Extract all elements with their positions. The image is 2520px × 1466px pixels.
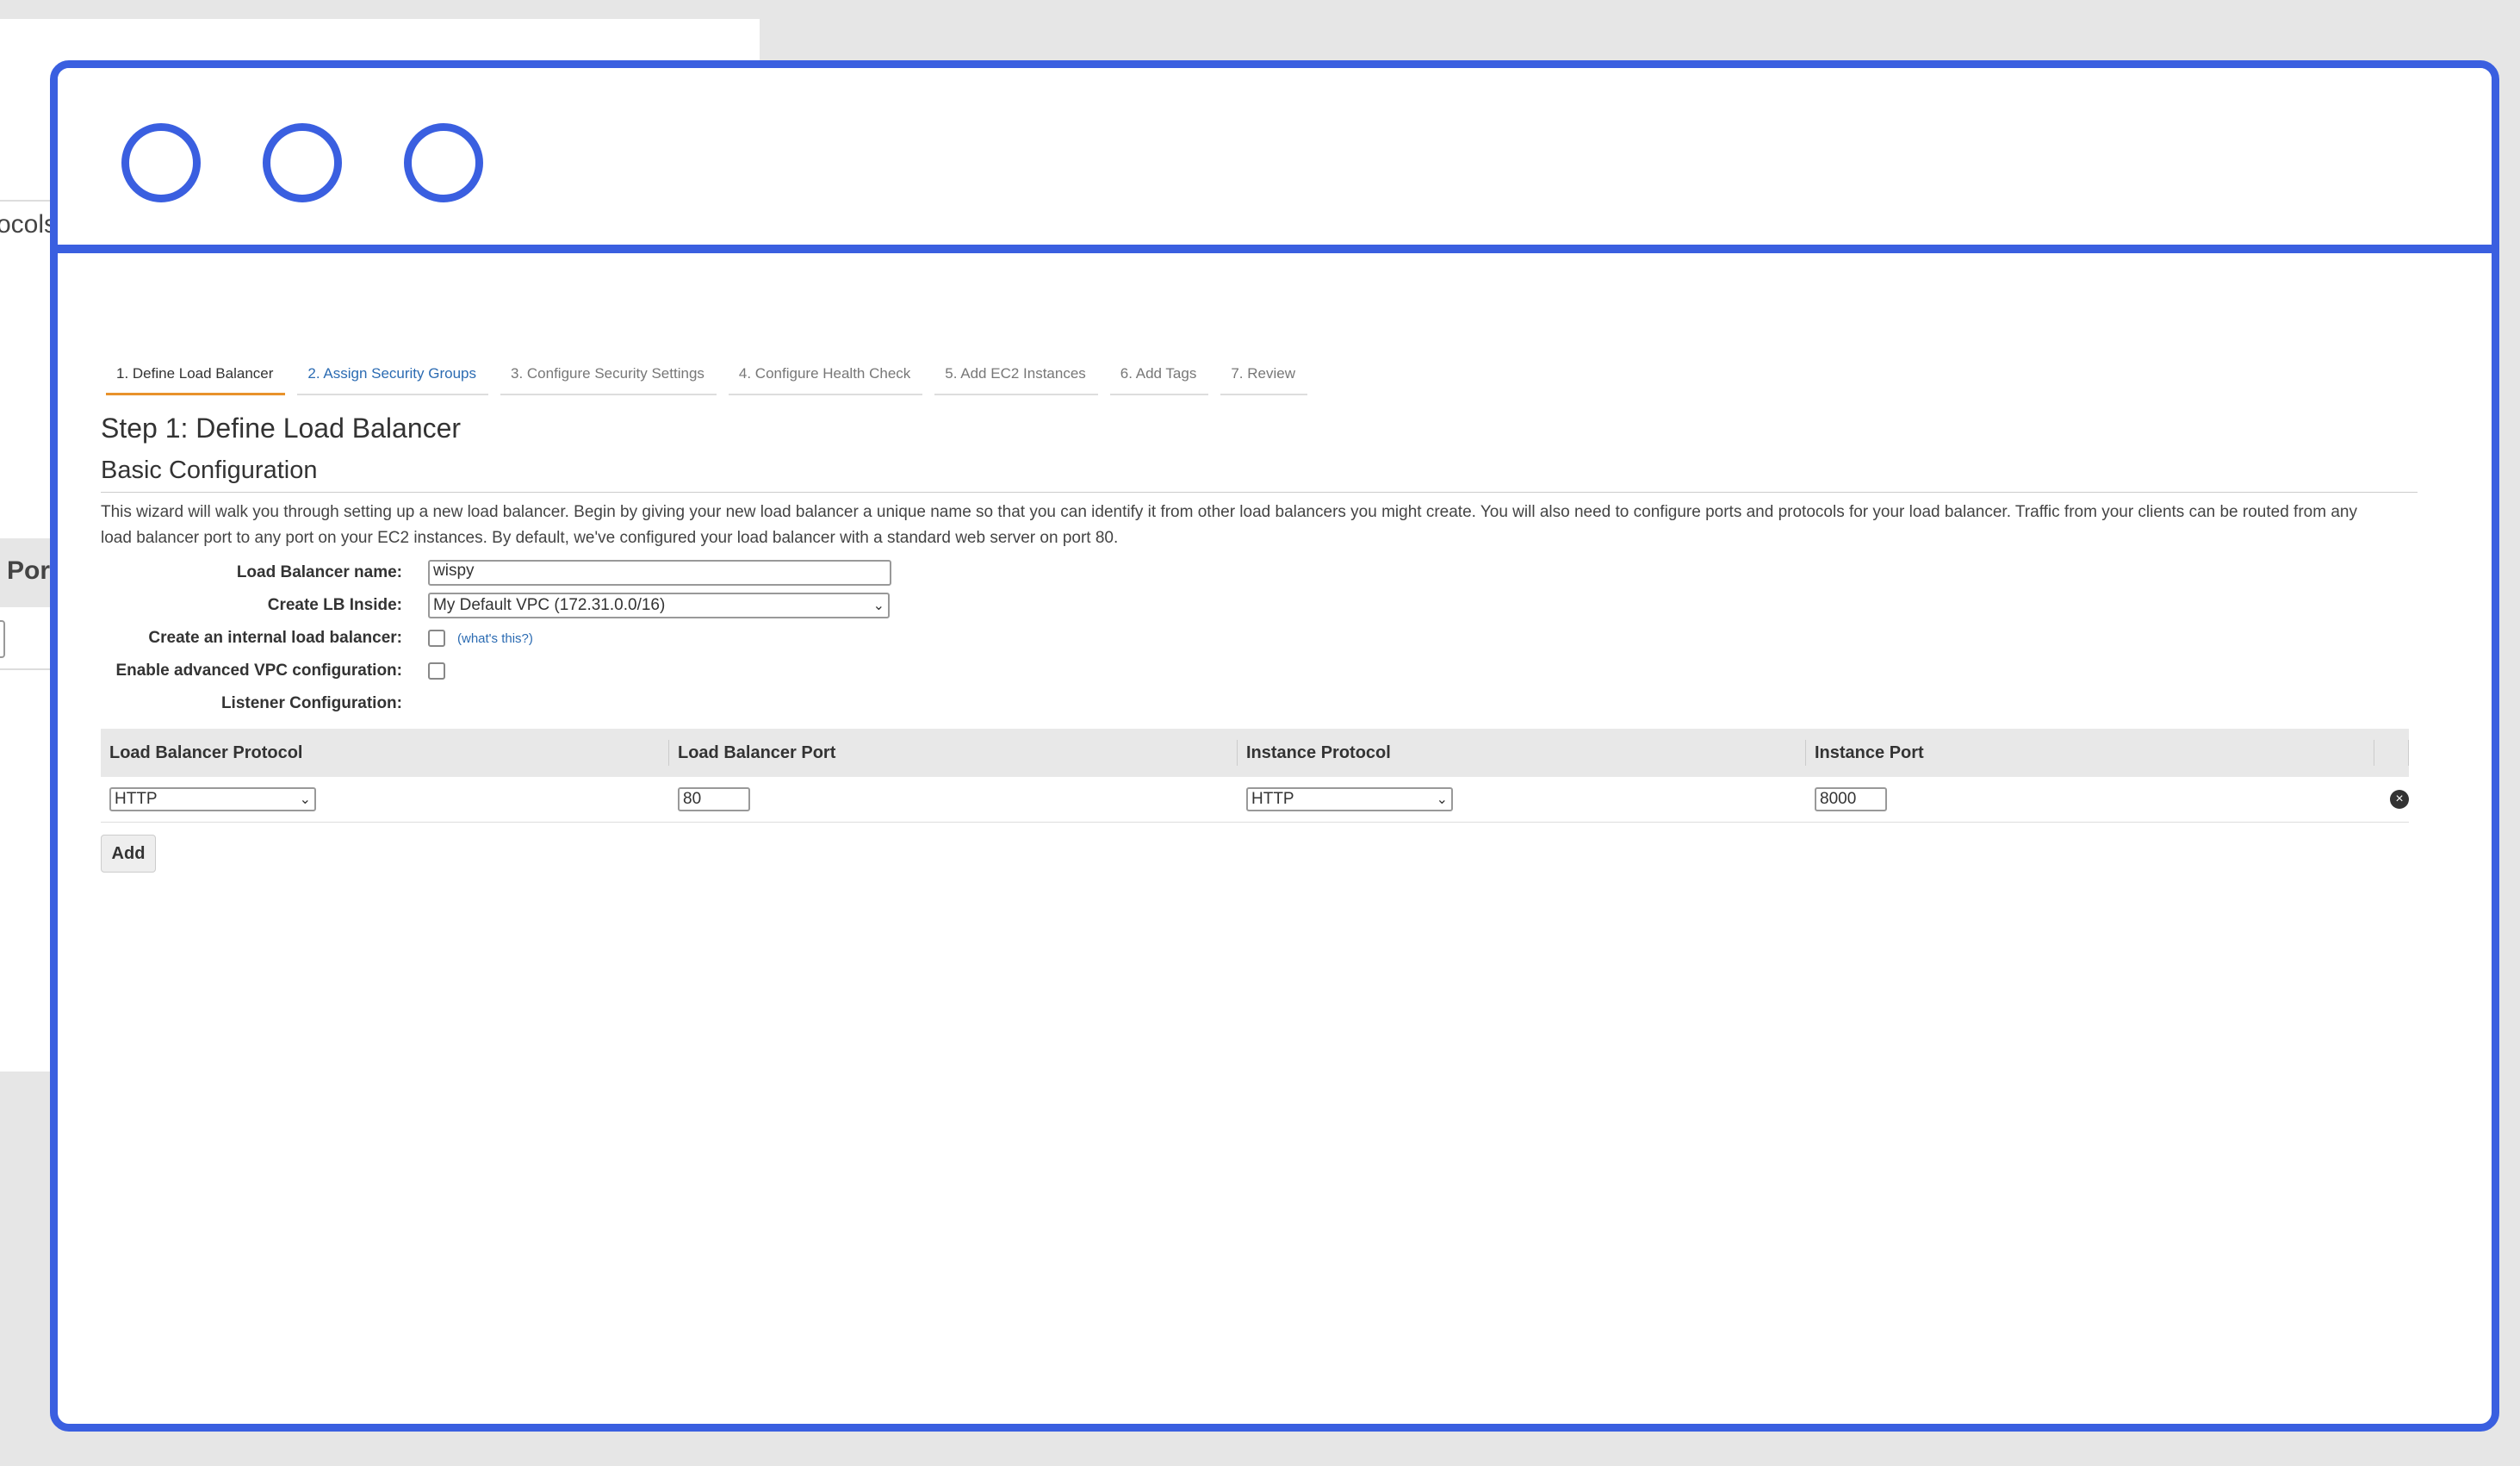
section-title: Basic Configuration — [101, 457, 2418, 493]
tab-add-tags[interactable]: 6. Add Tags — [1109, 365, 1209, 395]
add-listener-button[interactable]: Add — [101, 835, 156, 873]
advanced-label: Enable advanced VPC configuration: — [115, 662, 402, 680]
table-row: HTTP ⌄ 80 HTTP ⌄ 8000 × — [101, 777, 2409, 823]
wizard-content: 1. Define Load Balancer 2. Assign Securi… — [101, 253, 2418, 873]
tab-configure-security-settings[interactable]: 3. Configure Security Settings — [500, 365, 717, 395]
table-header: Load Balancer Protocol Load Balancer Por… — [101, 729, 2409, 777]
listener-table: Load Balancer Protocol Load Balancer Por… — [101, 729, 2409, 823]
tab-assign-security-groups[interactable]: 2. Assign Security Groups — [297, 365, 488, 395]
description: This wizard will walk you through settin… — [101, 503, 2357, 547]
wizard-steps: 1. Define Load Balancer 2. Assign Securi… — [106, 365, 2418, 395]
instance-protocol-value: HTTP — [1251, 790, 1294, 808]
internal-label: Create an internal load balancer: — [148, 629, 402, 647]
chevron-down-icon: ⌄ — [1436, 792, 1448, 807]
column-header: Instance Port — [1806, 740, 2374, 766]
lb-protocol-value: HTTP — [115, 790, 158, 808]
column-header: Instance Protocol — [1238, 740, 1806, 766]
lb-port-input[interactable]: 80 — [678, 787, 750, 811]
internal-lb-checkbox[interactable] — [428, 630, 445, 647]
lb-protocol-select[interactable]: HTTP ⌄ — [109, 787, 316, 811]
column-header — [2374, 740, 2409, 766]
background-input — [0, 620, 5, 658]
instance-protocol-select[interactable]: HTTP ⌄ — [1246, 787, 1453, 811]
page-title: Step 1: Define Load Balancer — [101, 413, 462, 444]
remove-listener-icon[interactable]: × — [2390, 790, 2409, 809]
advanced-vpc-checkbox[interactable] — [428, 662, 445, 680]
column-header: Load Balancer Protocol — [101, 740, 669, 766]
chevron-down-icon: ⌄ — [299, 792, 311, 807]
instance-port-input[interactable]: 8000 — [1815, 787, 1887, 811]
vpc-select[interactable]: My Default VPC (172.31.0.0/16) ⌄ — [428, 593, 890, 618]
title-bar — [58, 68, 2492, 253]
vpc-select-value: My Default VPC (172.31.0.0/16) — [433, 596, 666, 614]
load-balancer-name-input[interactable]: wispy — [428, 560, 891, 586]
window-minimize-button[interactable] — [263, 123, 342, 202]
window-maximize-button[interactable] — [404, 123, 483, 202]
background-text: ocols — [0, 210, 58, 239]
whats-this-link[interactable]: (what's this?) — [457, 631, 533, 646]
name-label: Load Balancer name: — [236, 563, 402, 581]
tab-review[interactable]: 7. Review — [1220, 365, 1307, 395]
column-header: Load Balancer Port — [669, 740, 1238, 766]
chevron-down-icon: ⌄ — [872, 599, 884, 613]
browser-window: 1. Define Load Balancer 2. Assign Securi… — [50, 60, 2499, 1432]
tab-define-load-balancer[interactable]: 1. Define Load Balancer — [106, 365, 286, 395]
tab-configure-health-check[interactable]: 4. Configure Health Check — [728, 365, 923, 395]
basic-config-form: Load Balancer name: wispy Create LB Insi… — [101, 556, 2418, 720]
tab-add-ec2-instances[interactable]: 5. Add EC2 Instances — [934, 365, 1098, 395]
inside-label: Create LB Inside: — [267, 596, 402, 614]
window-close-button[interactable] — [121, 123, 201, 202]
listener-label: Listener Configuration: — [220, 694, 402, 712]
